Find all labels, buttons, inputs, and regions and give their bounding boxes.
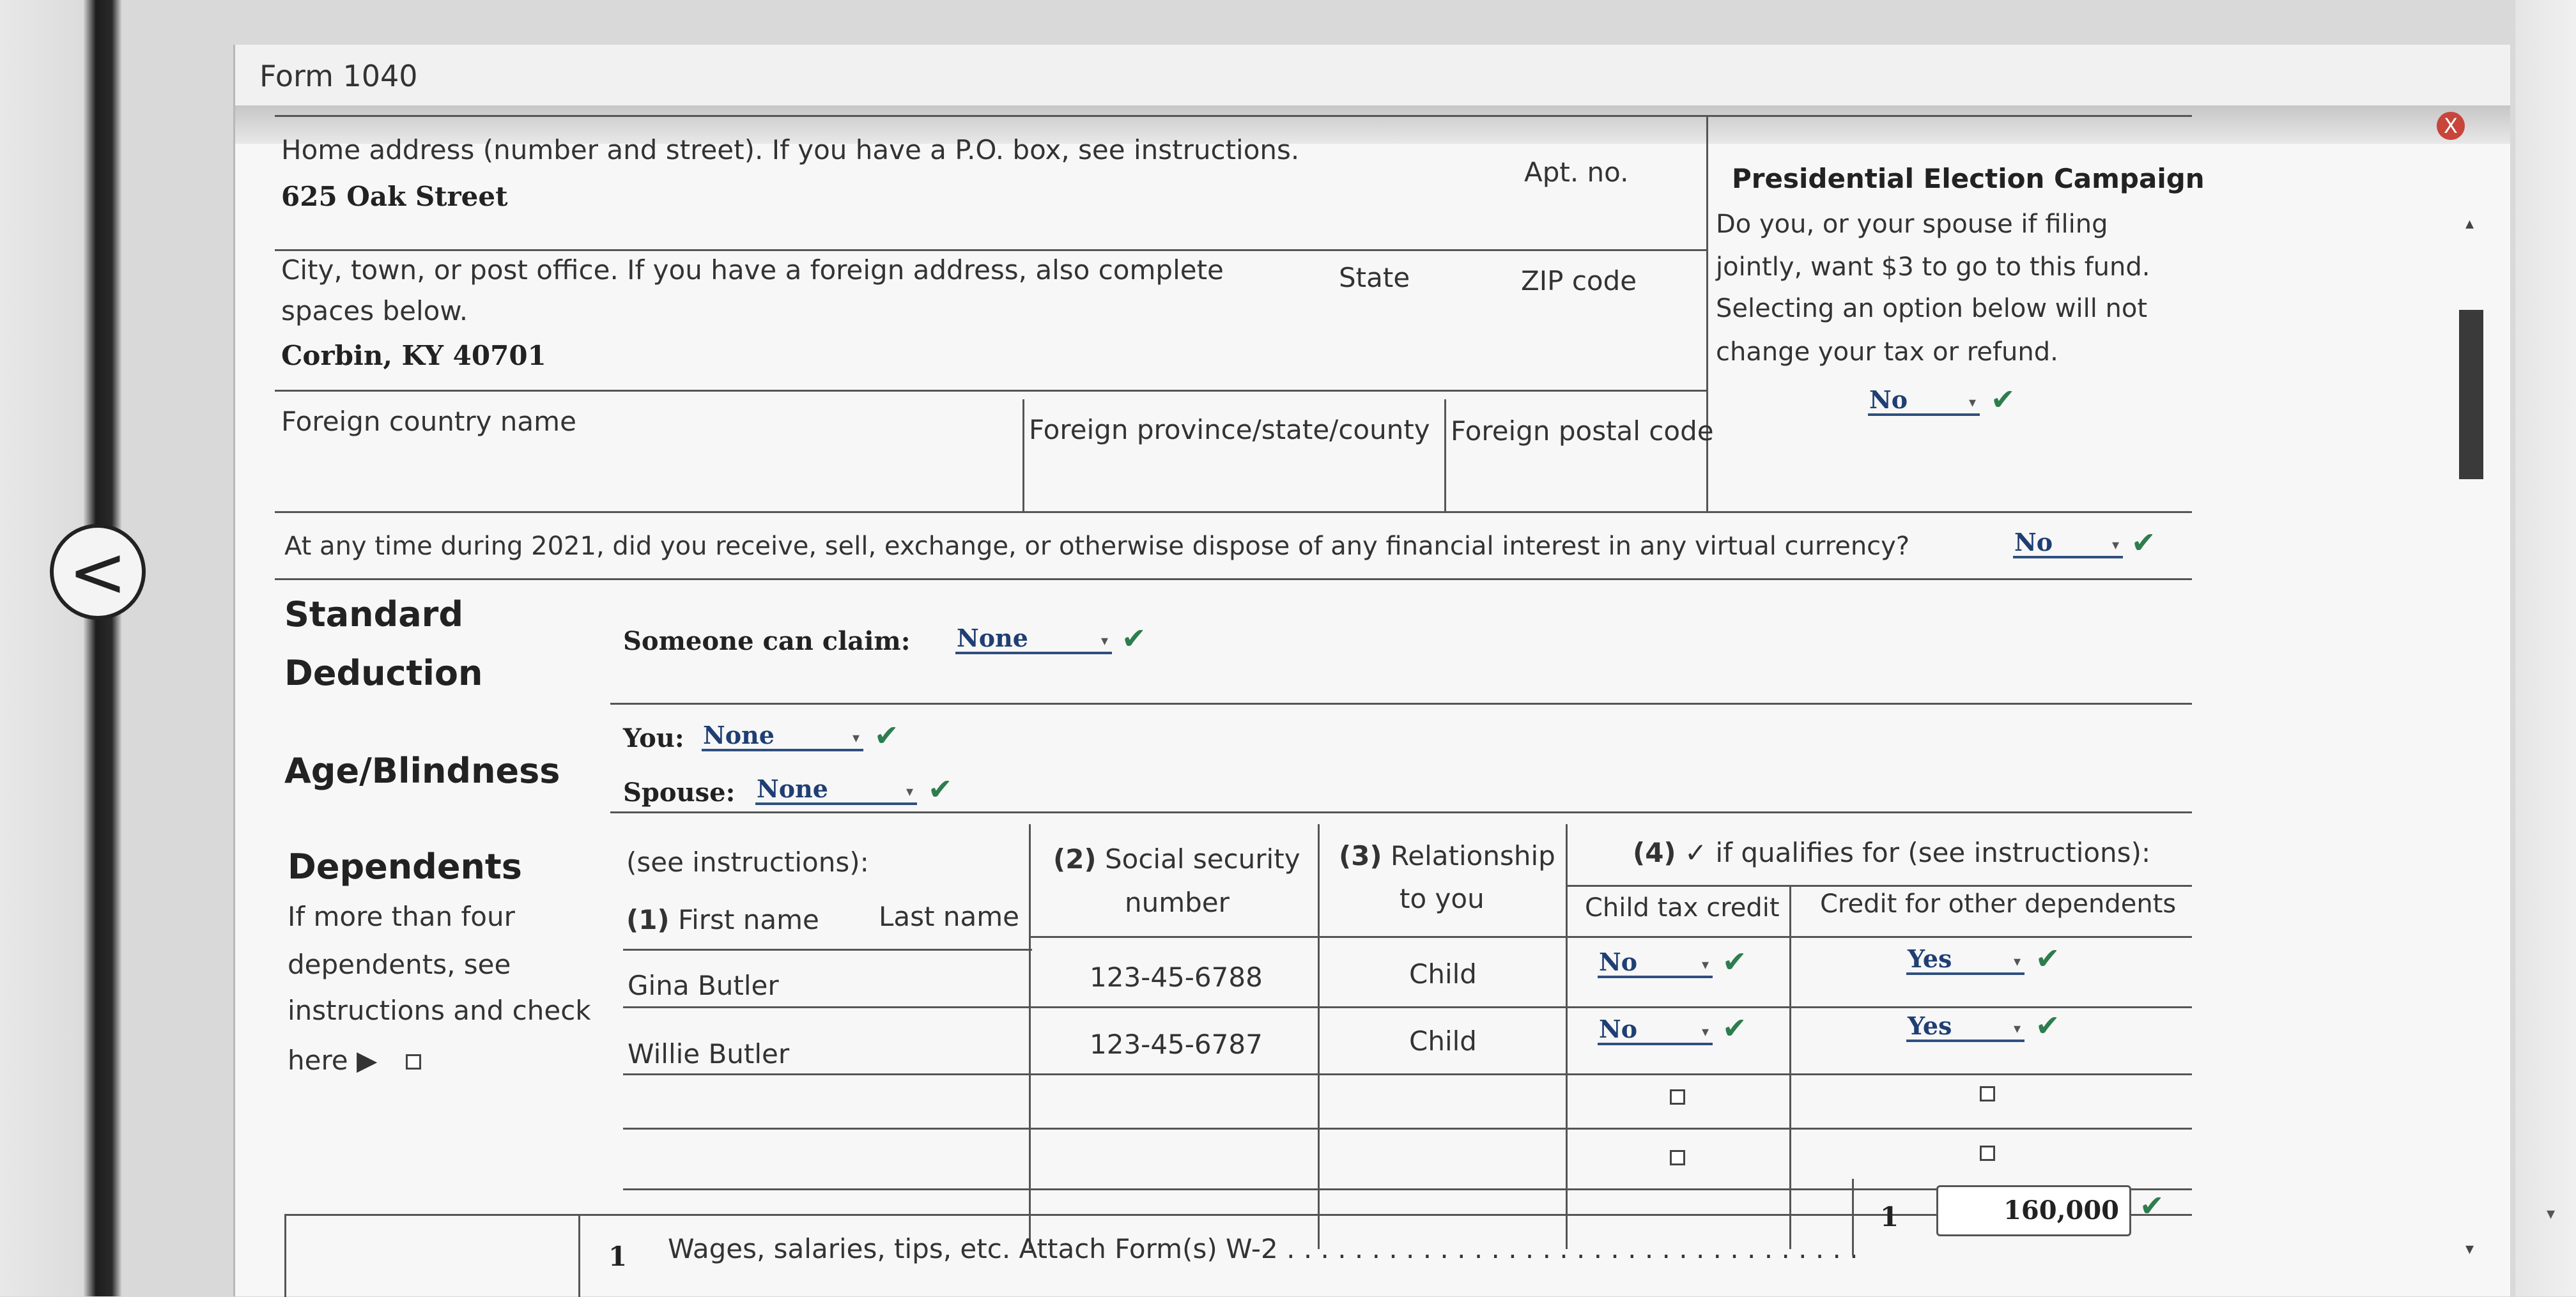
dependent-2-other-credit-dropdown[interactable]: Yes ▾ <box>1906 1013 2025 1042</box>
foreign-province-label: Foreign province/state/county <box>1029 414 1430 445</box>
close-icon[interactable]: X <box>2437 112 2465 140</box>
relationship-header-line2: to you <box>1400 883 1485 914</box>
spouse-label: Spouse: <box>623 778 736 808</box>
check-icon: ✔ <box>2131 525 2156 560</box>
dropdown-arrow-icon: ▾ <box>852 730 860 746</box>
see-instructions-label: (see instructions): <box>626 847 869 878</box>
check-icon: ✔ <box>1991 382 2016 417</box>
scrollbar[interactable]: ▴ ▾ <box>2453 153 2488 1278</box>
dependents-note-3: instructions and check <box>288 995 591 1026</box>
someone-can-claim-label: Someone can claim: <box>623 626 911 656</box>
deduction-heading: Deduction <box>284 653 483 693</box>
virtual-currency-question: At any time during 2021, did you receive… <box>284 532 1910 561</box>
window-title: Form 1040 <box>259 59 418 93</box>
dropdown-arrow-icon: ▾ <box>1701 956 1709 973</box>
dropdown-arrow-icon: ▾ <box>1968 394 1976 411</box>
first-name-header: First name <box>677 904 819 935</box>
qualifies-header: ✓ if qualifies for (see instructions): <box>1684 837 2151 868</box>
dependent-1-ssn: 123-45-6788 <box>1090 962 1263 993</box>
state-label: State <box>1339 262 1410 293</box>
child-tax-credit-header: Child tax credit <box>1585 893 1780 923</box>
last-name-header: Last name <box>879 901 1019 932</box>
home-address-value: 625 Oak Street <box>281 181 508 212</box>
ssn-header-line2: number <box>1125 887 1230 918</box>
check-icon: ✔ <box>2140 1188 2164 1223</box>
campaign-text-4: change your tax or refund. <box>1716 337 2058 367</box>
virtual-currency-dropdown[interactable]: No ▾ <box>2013 529 2123 558</box>
back-button[interactable]: < <box>50 524 146 620</box>
row-4-other-credit-checkbox[interactable] <box>1980 1146 1995 1161</box>
col2-number: (2) <box>1053 843 1097 875</box>
more-dependents-checkbox[interactable] <box>406 1054 421 1070</box>
home-address-label: Home address (number and street). If you… <box>281 134 1300 165</box>
left-bezel <box>0 0 121 1296</box>
dependent-1-name: Gina Butler <box>628 970 779 1001</box>
dependents-heading: Dependents <box>288 847 522 887</box>
dependent-2-child-tax-credit-dropdown[interactable]: No ▾ <box>1598 1016 1713 1045</box>
dropdown-arrow-icon: ▾ <box>1701 1024 1709 1040</box>
dependents-note-4: here ▶ <box>288 1045 378 1076</box>
ssn-header: Social security <box>1104 843 1300 875</box>
title-bar: Form 1040 <box>235 45 2510 107</box>
campaign-text-2: jointly, want $3 to go to this fund. <box>1716 252 2150 282</box>
city-value: Corbin, KY 40701 <box>281 340 546 371</box>
foreign-country-label: Foreign country name <box>281 406 576 437</box>
col3-number: (3) <box>1339 840 1382 871</box>
foreign-postal-label: Foreign postal code <box>1451 415 1714 447</box>
right-bezel <box>2515 0 2576 1296</box>
campaign-title: Presidential Election Campaign <box>1732 163 2205 194</box>
row-3-other-credit-checkbox[interactable] <box>1980 1086 1995 1101</box>
row-4-child-tax-credit-checkbox[interactable] <box>1670 1150 1685 1165</box>
scroll-down-arrow-icon[interactable]: ▾ <box>2547 1204 2555 1224</box>
col1-number: (1) <box>626 904 670 935</box>
dependent-1-relationship: Child <box>1409 958 1477 990</box>
dropdown-arrow-icon: ▾ <box>2013 1020 2021 1037</box>
col4-number: (4) <box>1633 837 1676 868</box>
dependents-note-2: dependents, see <box>288 949 511 980</box>
dropdown-arrow-icon: ▾ <box>2013 953 2021 970</box>
other-dependents-header: Credit for other dependents <box>1820 889 2177 919</box>
someone-can-claim-dropdown[interactable]: None ▾ <box>955 625 1112 654</box>
row-3-child-tax-credit-checkbox[interactable] <box>1670 1089 1685 1105</box>
line-1-box-number: 1 <box>1880 1201 1899 1232</box>
dependent-2-name: Willie Butler <box>628 1038 790 1070</box>
spouse-dropdown[interactable]: None ▾ <box>755 776 917 805</box>
dependent-2-ssn: 123-45-6787 <box>1090 1029 1263 1060</box>
standard-heading: Standard <box>284 594 463 634</box>
scroll-up-arrow-icon[interactable]: ▴ <box>2465 214 2474 233</box>
age-blindness-heading: Age/Blindness <box>284 751 560 791</box>
city-label-line2: spaces below. <box>281 295 468 326</box>
campaign-text-1: Do you, or your spouse if filing <box>1716 210 2108 239</box>
check-icon: ✔ <box>928 772 953 806</box>
check-icon: ✔ <box>1722 1011 1747 1045</box>
check-icon: ✔ <box>2035 941 2060 976</box>
dropdown-arrow-icon: ▾ <box>906 783 913 800</box>
check-icon: ✔ <box>1122 621 1146 656</box>
relationship-header: Relationship <box>1390 840 1555 871</box>
wages-input[interactable]: 160,000 <box>1936 1185 2131 1236</box>
you-label: You: <box>623 723 684 753</box>
dependent-2-relationship: Child <box>1409 1025 1477 1057</box>
apt-label: Apt. no. <box>1524 157 1629 188</box>
line-1-number: 1 <box>608 1241 628 1272</box>
city-label-line1: City, town, or post office. If you have … <box>281 254 1224 286</box>
dependents-note-1: If more than four <box>288 901 515 932</box>
campaign-dropdown[interactable]: No ▾ <box>1868 387 1980 416</box>
dependent-1-other-credit-dropdown[interactable]: Yes ▾ <box>1906 946 2025 975</box>
zip-label: ZIP code <box>1521 265 1637 296</box>
scrollbar-thumb[interactable] <box>2459 310 2483 479</box>
scroll-down-icon[interactable]: ▾ <box>2465 1239 2474 1259</box>
check-icon: ✔ <box>2035 1008 2060 1043</box>
check-icon: ✔ <box>1722 944 1747 979</box>
form-1040: Home address (number and street). If you… <box>275 115 2205 1297</box>
check-icon: ✔ <box>874 718 899 753</box>
dropdown-arrow-icon: ▾ <box>1100 633 1108 649</box>
dependent-1-child-tax-credit-dropdown[interactable]: No ▾ <box>1598 949 1713 978</box>
line-1-label: Wages, salaries, tips, etc. Attach Form(… <box>668 1233 1858 1264</box>
you-dropdown[interactable]: None ▾ <box>702 722 863 751</box>
campaign-text-3: Selecting an option below will not <box>1716 294 2148 323</box>
dropdown-arrow-icon: ▾ <box>2111 537 2119 553</box>
chevron-left-icon: < <box>68 531 128 613</box>
